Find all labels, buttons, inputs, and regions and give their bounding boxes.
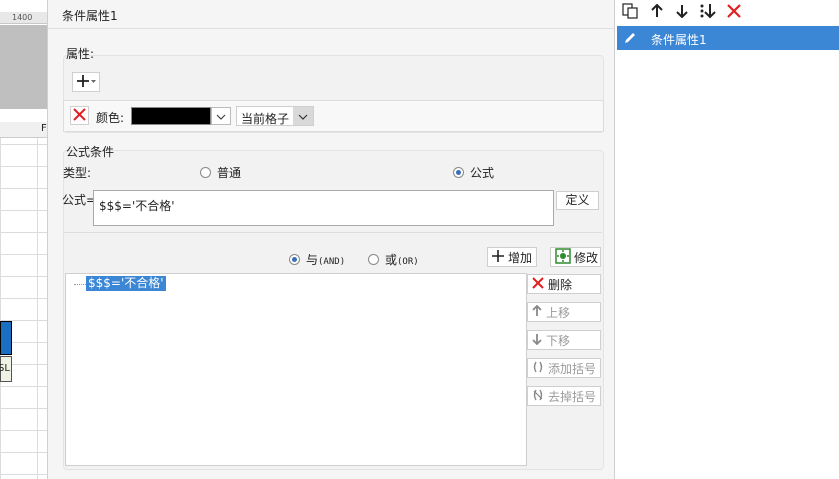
- button-label: 下移: [546, 333, 571, 348]
- ruler-label: 1400: [12, 13, 33, 22]
- button-label: 增加: [508, 250, 533, 265]
- scope-select[interactable]: 当前格子: [236, 106, 314, 126]
- column-header-bar: F: [0, 122, 47, 138]
- add-parentheses-button[interactable]: 添加括号: [527, 358, 601, 378]
- condition-list[interactable]: $$$='不合格': [65, 273, 527, 466]
- title-divider: [48, 28, 614, 29]
- tree-connector: [74, 284, 86, 285]
- plus-icon: [492, 249, 504, 265]
- list-item-label: 条件属性1: [651, 33, 707, 47]
- chevron-down-icon: [298, 109, 308, 123]
- move-up-button[interactable]: [648, 3, 666, 21]
- move-up-button[interactable]: 上移: [527, 302, 601, 322]
- column-header-label: F: [41, 123, 47, 134]
- arrow-down-icon: [676, 4, 688, 21]
- delete-condition-button[interactable]: 删除: [527, 274, 601, 294]
- color-dropdown-button[interactable]: [211, 107, 231, 125]
- plus-icon: [76, 74, 96, 91]
- list-toolbar: [615, 0, 839, 24]
- type-radio-normal[interactable]: 普通: [200, 164, 241, 181]
- scope-value: 当前格子: [241, 112, 290, 126]
- red-x-icon: [532, 276, 544, 292]
- radio-circle-checked: [289, 254, 300, 265]
- list-item[interactable]: 条件属性1: [617, 26, 839, 50]
- copy-icon: [622, 2, 638, 22]
- button-label: 去掉括号: [548, 389, 597, 404]
- chevron-down-icon: [216, 109, 226, 123]
- merge-down-icon: [699, 3, 717, 22]
- remove-attribute-button[interactable]: [70, 106, 89, 125]
- radio-label: 公式: [470, 166, 495, 180]
- selected-cell[interactable]: [0, 321, 12, 355]
- condition-attribute-dialog: 条件属性1 属性: 颜色: 当前格子 公式条件 类型: 普通 公式 公式= $$…: [47, 0, 615, 479]
- move-down-button[interactable]: 下移: [527, 330, 601, 350]
- color-label: 颜色:: [96, 111, 125, 125]
- move-down-button[interactable]: [673, 3, 691, 21]
- copy-button[interactable]: [621, 2, 639, 22]
- add-attribute-button[interactable]: [72, 72, 100, 92]
- type-label: 类型:: [63, 166, 92, 180]
- arrow-down-icon: [532, 333, 542, 348]
- type-radio-formula[interactable]: 公式: [453, 164, 494, 181]
- attribute-group-label: 属性:: [66, 47, 95, 61]
- move-bottom-button[interactable]: [699, 3, 717, 21]
- modify-condition-button[interactable]: 修改: [550, 247, 601, 267]
- radio-label: 或(OR): [385, 253, 419, 267]
- radio-circle: [200, 167, 211, 178]
- dialog-title: 条件属性1: [62, 9, 118, 23]
- scope-dropdown-arrow[interactable]: [293, 107, 313, 125]
- color-swatch[interactable]: [131, 107, 211, 125]
- button-label: 删除: [548, 277, 573, 292]
- remove-parentheses-icon: [532, 389, 544, 404]
- gray-area: [0, 25, 47, 109]
- radio-circle-checked: [453, 167, 464, 178]
- condition-item[interactable]: $$$='不合格': [86, 276, 166, 291]
- radio-label: 普通: [217, 166, 242, 180]
- section-divider: [64, 232, 602, 233]
- background-spreadsheet: 1400 F SL: [0, 0, 47, 479]
- remove-parentheses-button[interactable]: 去掉括号: [527, 386, 601, 406]
- pencil-icon: [621, 29, 639, 47]
- formula-label: 公式=: [62, 193, 97, 207]
- arrow-up-icon: [532, 304, 542, 320]
- button-label: 上移: [546, 305, 571, 320]
- logic-radio-or[interactable]: 或(OR): [368, 251, 419, 268]
- parentheses-icon: [532, 361, 544, 376]
- delete-button[interactable]: [725, 3, 743, 21]
- delete-icon: [727, 3, 741, 21]
- radio-label: 与(AND): [306, 253, 346, 267]
- formula-input[interactable]: $$$='不合格': [93, 190, 554, 226]
- add-condition-button[interactable]: 增加: [487, 247, 537, 267]
- sheet-grid: [0, 122, 47, 479]
- radio-circle: [368, 254, 379, 265]
- button-label: 修改: [574, 250, 599, 265]
- red-x-icon: [73, 107, 86, 124]
- formula-condition-label: 公式条件: [66, 145, 115, 159]
- formula-text: $$$='不合格': [99, 199, 175, 213]
- define-button[interactable]: 定义: [556, 191, 599, 210]
- edit-gear-icon: [555, 247, 571, 267]
- cell[interactable]: SL: [0, 356, 12, 382]
- button-label: 添加括号: [548, 361, 597, 376]
- arrow-up-icon: [651, 3, 663, 21]
- cell-text: SL: [0, 363, 10, 374]
- condition-attribute-list-panel: 条件属性1: [615, 0, 839, 479]
- logic-radio-and[interactable]: 与(AND): [289, 251, 345, 268]
